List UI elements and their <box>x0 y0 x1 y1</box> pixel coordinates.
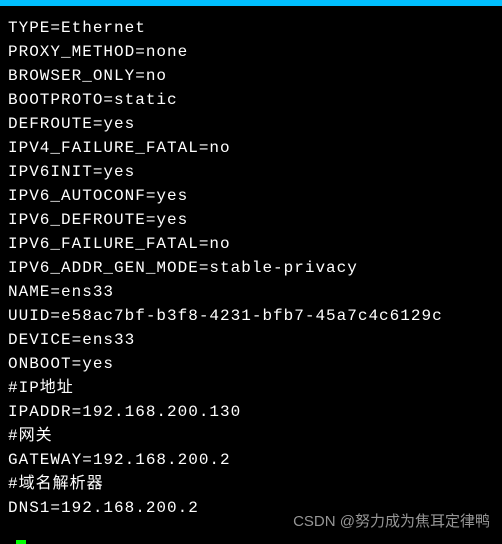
config-line: IPV6_FAILURE_FATAL=no <box>8 232 494 256</box>
config-line: #网关 <box>8 424 494 448</box>
terminal-cursor <box>16 540 26 544</box>
config-line: BROWSER_ONLY=no <box>8 64 494 88</box>
config-line: IPV6INIT=yes <box>8 160 494 184</box>
config-line: DEFROUTE=yes <box>8 112 494 136</box>
watermark: CSDN @努力成为焦耳定律鸭 <box>293 510 490 531</box>
config-line: DEVICE=ens33 <box>8 328 494 352</box>
config-line: BOOTPROTO=static <box>8 88 494 112</box>
config-line: UUID=e58ac7bf-b3f8-4231-bfb7-45a7c4c6129… <box>8 304 494 328</box>
config-line: TYPE=Ethernet <box>8 16 494 40</box>
config-line: IPV6_AUTOCONF=yes <box>8 184 494 208</box>
config-line: GATEWAY=192.168.200.2 <box>8 448 494 472</box>
config-line: IPADDR=192.168.200.130 <box>8 400 494 424</box>
config-file-lines: TYPE=EthernetPROXY_METHOD=noneBROWSER_ON… <box>8 16 494 520</box>
config-line: IPV4_FAILURE_FATAL=no <box>8 136 494 160</box>
config-line: #域名解析器 <box>8 472 494 496</box>
config-line: IPV6_DEFROUTE=yes <box>8 208 494 232</box>
config-line: PROXY_METHOD=none <box>8 40 494 64</box>
config-line: ONBOOT=yes <box>8 352 494 376</box>
config-line: IPV6_ADDR_GEN_MODE=stable-privacy <box>8 256 494 280</box>
config-line: NAME=ens33 <box>8 280 494 304</box>
terminal-content[interactable]: TYPE=EthernetPROXY_METHOD=noneBROWSER_ON… <box>0 6 502 544</box>
config-line: #IP地址 <box>8 376 494 400</box>
